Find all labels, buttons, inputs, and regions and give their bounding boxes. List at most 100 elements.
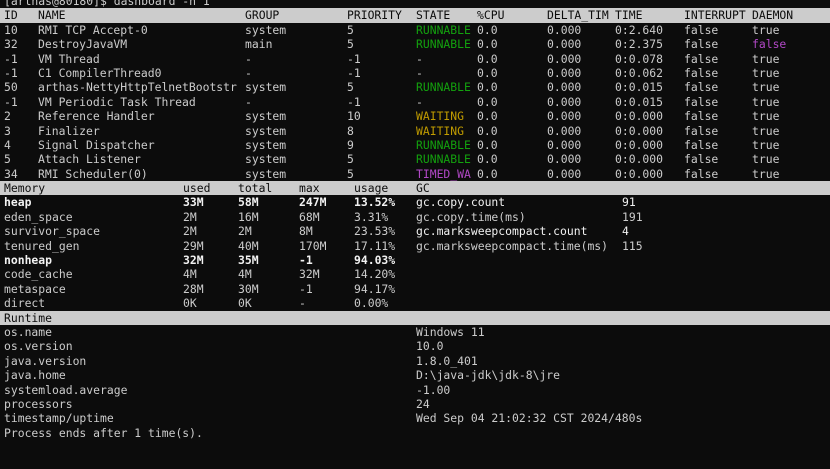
thread-cpu: 0.0	[477, 123, 498, 138]
gc-metric-value: 115	[622, 238, 643, 253]
thread-row: 50 arthas-NettyHttpTelnetBootstr system 5 RU…	[0, 80, 830, 94]
thread-daemon: true	[752, 22, 780, 37]
runtime-key: java.version	[4, 353, 87, 368]
thread-priority: 10	[347, 109, 361, 124]
thread-name: Attach Listener	[38, 152, 141, 167]
thread-time: 0:0.078	[615, 51, 664, 66]
thread-interrupt: false	[684, 65, 719, 80]
thread-interrupt: false	[684, 51, 719, 66]
col-cpu: %CPU	[477, 8, 505, 23]
thread-name: RMI TCP Accept-0	[38, 22, 148, 37]
thread-interrupt: false	[684, 166, 719, 181]
memory-used: 4M	[183, 267, 197, 282]
thread-group: -	[245, 51, 252, 66]
thread-name: Signal Dispatcher	[38, 137, 155, 152]
thread-row: 2 Reference Handler system 10 WAITING 0.0 0.00…	[0, 109, 830, 123]
col-usage: usage	[354, 181, 389, 196]
memory-row: metaspace 28M 30M -1 94.17%	[0, 282, 830, 296]
footer-line: Process ends after 1 time(s).	[0, 426, 830, 440]
memory-max: 8M	[299, 224, 313, 239]
memory-used: 28M	[183, 281, 204, 296]
runtime-value: 10.0	[416, 339, 444, 354]
thread-state: RUNNABLE	[416, 37, 471, 52]
thread-daemon: false	[752, 37, 787, 52]
memory-pool-name: metaspace	[4, 281, 66, 296]
thread-daemon: true	[752, 51, 780, 66]
thread-interrupt: false	[684, 37, 719, 52]
thread-interrupt: false	[684, 152, 719, 167]
thread-name: DestroyJavaVM	[38, 37, 128, 52]
thread-group: system	[245, 137, 287, 152]
thread-cpu: 0.0	[477, 65, 498, 80]
thread-state: TIMED_WA	[416, 166, 471, 181]
thread-priority: -1	[347, 65, 361, 80]
runtime-table: os.name Windows 11 os.version 10.0 java.vers…	[0, 325, 830, 426]
thread-id: 10	[4, 22, 18, 37]
thread-delta-time: 0.000	[547, 94, 582, 109]
memory-pool-name: nonheap	[4, 253, 53, 268]
memory-max: 32M	[299, 267, 320, 282]
runtime-row: os.version 10.0	[0, 339, 830, 353]
thread-interrupt: false	[684, 80, 719, 95]
thread-delta-time: 0.000	[547, 166, 582, 181]
thread-daemon: true	[752, 166, 780, 181]
runtime-key: systemload.average	[4, 382, 128, 397]
memory-max: -1	[299, 281, 313, 296]
runtime-key: java.home	[4, 368, 66, 383]
memory-used: 2M	[183, 209, 197, 224]
memory-usage: 17.11%	[354, 238, 396, 253]
memory-used: 2M	[183, 224, 197, 239]
terminal-window: [arthas@80180]$ dashboard -n 1 ID NAME G…	[0, 0, 830, 440]
thread-row: 3 Finalizer system 8 WAITING 0.0 0.000 0:0.000 f…	[0, 124, 830, 138]
thread-row: 32 DestroyJavaVM main 5 RUNNABLE 0.0 0.000 0:2.…	[0, 37, 830, 51]
thread-interrupt: false	[684, 109, 719, 124]
thread-cpu: 0.0	[477, 152, 498, 167]
thread-time: 0:0.000	[615, 152, 664, 167]
thread-state: -	[416, 65, 423, 80]
thread-time: 0:0.000	[615, 123, 664, 138]
thread-group: -	[245, 94, 252, 109]
thread-id: 32	[4, 37, 18, 52]
memory-total: 58M	[238, 195, 259, 210]
thread-row: 34 RMI Scheduler(0) system 5 TIMED_WA 0.0 0.00…	[0, 167, 830, 181]
memory-usage: 14.20%	[354, 267, 396, 282]
gc-metric-value: 4	[622, 224, 629, 239]
runtime-label: Runtime	[4, 310, 53, 325]
thread-time: 0:0.062	[615, 65, 664, 80]
memory-total: 16M	[238, 209, 259, 224]
thread-id: -1	[4, 51, 18, 66]
gc-metric-name: gc.marksweepcompact.time(ms)	[416, 238, 609, 253]
thread-row: -1 VM Periodic Task Thread - -1 - 0.0 0.000 0:0…	[0, 95, 830, 109]
command-prompt: [arthas@80180]$ dashboard -n 1	[0, 0, 830, 8]
memory-row: nonheap 32M 35M -1 94.03%	[0, 253, 830, 267]
runtime-value: D:\java-jdk\jdk-8\jre	[416, 368, 561, 383]
thread-time: 0:2.640	[615, 22, 664, 37]
runtime-row: timestamp/uptime Wed Sep 04 21:02:32 CST …	[0, 411, 830, 425]
memory-used: 33M	[183, 195, 204, 210]
thread-group: system	[245, 152, 287, 167]
thread-id: 5	[4, 152, 11, 167]
thread-group: main	[245, 37, 273, 52]
thread-daemon: true	[752, 152, 780, 167]
runtime-value: 24	[416, 396, 430, 411]
thread-id: -1	[4, 65, 18, 80]
thread-delta-time: 0.000	[547, 123, 582, 138]
runtime-row: processors 24	[0, 397, 830, 411]
gc-metric-value: 191	[622, 209, 643, 224]
memory-row: heap 33M 58M 247M 13.52% gc.copy.count 91	[0, 195, 830, 209]
thread-delta-time: 0.000	[547, 37, 582, 52]
thread-row: -1 VM Thread - -1 - 0.0 0.000 0:0.078 false true	[0, 52, 830, 66]
thread-daemon: true	[752, 65, 780, 80]
thread-name: C1 CompilerThread0	[38, 65, 162, 80]
col-daemon: DAEMON	[752, 8, 794, 23]
thread-delta-time: 0.000	[547, 22, 582, 37]
memory-total: 35M	[238, 253, 259, 268]
thread-delta-time: 0.000	[547, 51, 582, 66]
thread-cpu: 0.0	[477, 137, 498, 152]
memory-used: 0K	[183, 296, 197, 311]
thread-delta-time: 0.000	[547, 80, 582, 95]
thread-id: 3	[4, 123, 11, 138]
thread-name: arthas-NettyHttpTelnetBootstr	[38, 80, 237, 95]
thread-interrupt: false	[684, 123, 719, 138]
thread-table-header: ID NAME GROUP PRIORITY STATE %CPU DELTA_…	[0, 8, 830, 23]
